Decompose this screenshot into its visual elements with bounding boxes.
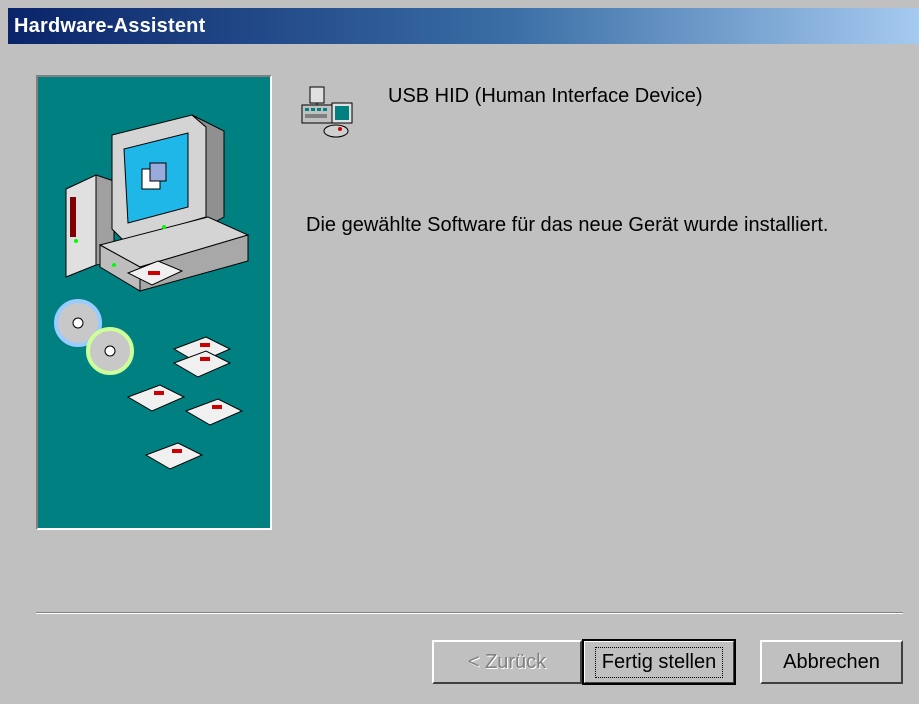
wizard-illustration [36,75,272,530]
keyboard-mouse-device-icon [300,85,356,141]
finish-button[interactable]: Fertig stellen [582,639,736,685]
floppy-disk-icon [126,336,244,470]
computer-media-illustration [54,114,250,470]
cancel-button[interactable]: Abbrechen [760,640,903,684]
hardware-wizard-dialog: Hardware-Assistent USB HID (Human Interf… [0,0,919,704]
install-complete-message: Die gewählte Software für das neue Gerät… [306,214,829,236]
device-name: USB HID (Human Interface Device) [388,85,703,107]
back-button[interactable]: < Zurück [432,640,582,684]
finish-button-label: Fertig stellen [594,646,724,678]
window-title: Hardware-Assistent [14,15,206,37]
separator [36,612,903,614]
title-bar[interactable]: Hardware-Assistent [8,8,919,44]
